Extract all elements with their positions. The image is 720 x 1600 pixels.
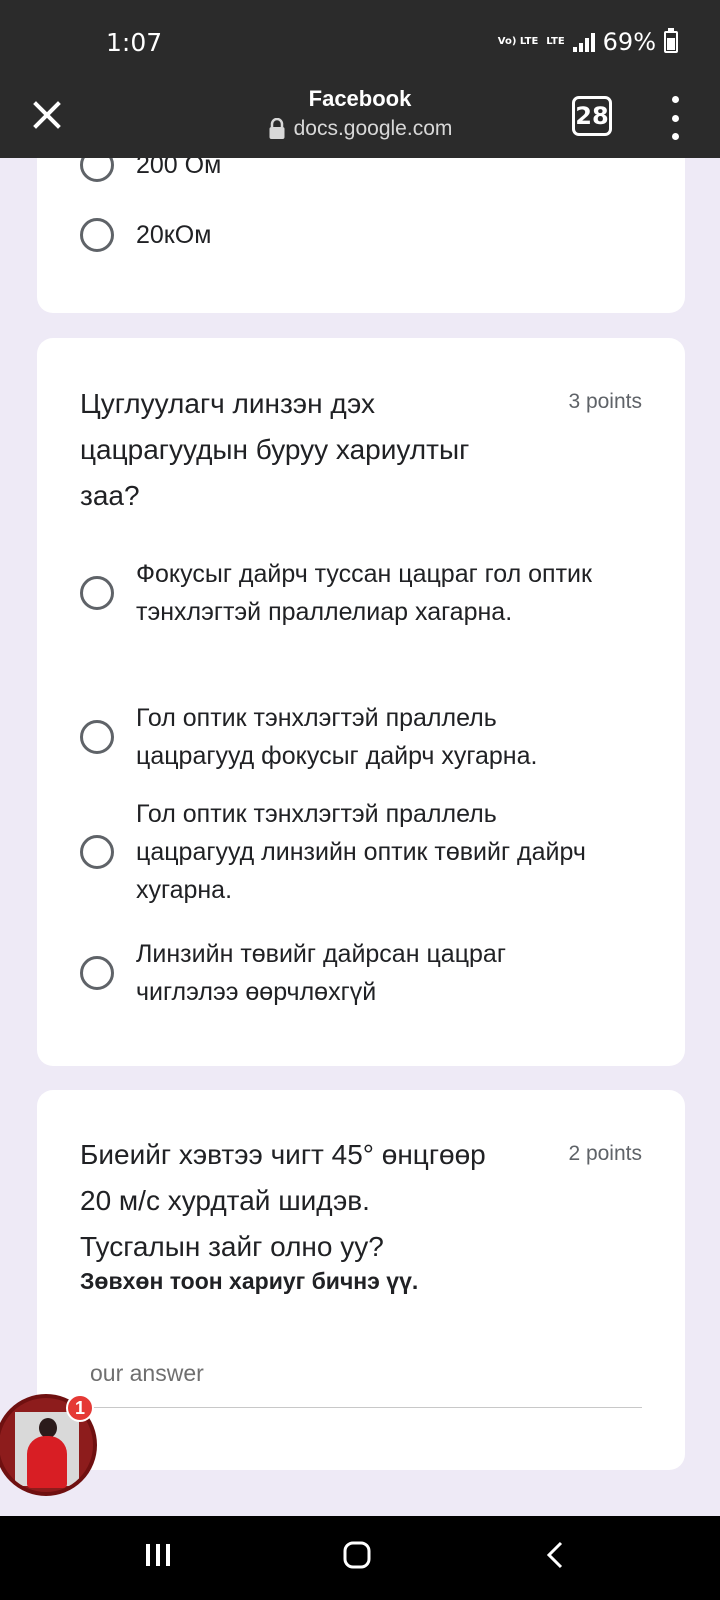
network-label-2: LTE [546, 36, 565, 47]
radio-button[interactable] [80, 576, 114, 610]
navigation-bar [0, 1516, 720, 1600]
question-line-3: Тусгалын зайг олно уу? [80, 1231, 384, 1262]
url-text: docs.google.com [293, 117, 453, 140]
points-label: 3 points [568, 390, 642, 413]
home-icon [343, 1541, 371, 1569]
tab-count: 28 [575, 102, 609, 130]
avatar [15, 1412, 79, 1488]
status-bar: 1:07 Vo) LTE LTE 69% [0, 0, 720, 86]
option-label: Гол оптик тэнхлэгтэй праллель цацрагууд … [136, 704, 538, 770]
battery-icon [664, 28, 678, 53]
browser-toolbar: Facebook docs.google.com 28 [0, 86, 720, 158]
option-label: Линзийн төвийг дайрсан цацраг чиглэлээ ө… [136, 940, 506, 1006]
question-line-1: Биеийг хэвтээ чигт 45° өнцгөөр [80, 1139, 486, 1170]
option-label: 20кОм [136, 221, 212, 249]
question-title: Цуглуулагч линзэн дэх цацрагуудын буруу … [80, 388, 470, 511]
lens-option-1[interactable]: Фокусыг дайрч туссан цацраг гол оптик тэ… [80, 555, 640, 631]
recent-apps-icon [146, 1544, 170, 1566]
more-vert-icon-dot-bottom [671, 133, 679, 140]
radio-button[interactable] [80, 835, 114, 869]
option-20k-ohm[interactable]: 20кОм [80, 216, 211, 254]
recent-apps-button[interactable] [140, 1534, 176, 1576]
url-line: docs.google.com [210, 117, 510, 141]
avatar-head [39, 1418, 57, 1438]
question-card-lens: Цуглуулагч линзэн дэх цацрагуудын буруу … [37, 338, 685, 1066]
question-line-2: 20 м/с хурдтай шидэв. [80, 1185, 370, 1216]
battery-fill [667, 37, 675, 50]
question-card-previous: 200 Ом 20кОм [37, 158, 685, 313]
lens-option-3[interactable]: Гол оптик тэнхлэгтэй праллель цацрагууд … [80, 795, 640, 909]
notification-badge: 1 [66, 1394, 94, 1422]
status-time: 1:07 [106, 28, 163, 57]
radio-button[interactable] [80, 956, 114, 990]
radio-button[interactable] [80, 218, 114, 252]
option-label: Гол оптик тэнхлэгтэй праллель цацрагууд … [136, 800, 586, 904]
answer-placeholder: our answer [90, 1360, 204, 1386]
more-vert-icon-dot-middle [671, 114, 679, 122]
answer-instruction: Зөвхөн тоон хариуг бичнэ үү. [80, 1268, 419, 1294]
radio-button[interactable] [80, 720, 114, 754]
question-title: Биеийг хэвтээ чигт 45° өнцгөөр 20 м/с ху… [80, 1132, 550, 1270]
avatar-body [27, 1436, 67, 1488]
points-label: 2 points [568, 1142, 642, 1165]
back-button[interactable] [540, 1534, 570, 1576]
tabs-button[interactable]: 28 [572, 96, 612, 136]
question-card-projectile: Биеийг хэвтээ чигт 45° өнцгөөр 20 м/с ху… [37, 1090, 685, 1470]
lock-icon [269, 118, 285, 139]
network-label-1: Vo) LTE [497, 36, 539, 47]
close-icon [33, 101, 61, 129]
status-icons: Vo) LTE LTE 69% [498, 28, 678, 56]
back-icon [546, 1541, 563, 1569]
option-label: Фокусыг дайрч туссан цацраг гол оптик тэ… [136, 560, 592, 626]
radio-button[interactable] [80, 158, 114, 182]
option-label: 200 Ом [136, 158, 222, 179]
lens-option-2[interactable]: Гол оптик тэнхлэгтэй праллель цацрагууд … [80, 699, 640, 775]
battery-percentage: 69% [602, 28, 656, 56]
home-button[interactable] [339, 1534, 375, 1576]
close-button[interactable] [28, 96, 66, 134]
form-content: 200 Ом 20кОм Цуглуулагч линзэн дэх цацра… [0, 158, 720, 1516]
page-title: Facebook [308, 86, 412, 111]
more-vert-icon-dot-top [671, 96, 679, 103]
option-200-ohm[interactable]: 200 Ом [80, 158, 221, 184]
signal-icon [572, 32, 595, 52]
more-menu-button[interactable] [665, 96, 685, 140]
lens-option-4[interactable]: Линзийн төвийг дайрсан цацраг чиглэлээ ө… [80, 935, 640, 1011]
answer-input[interactable]: our answer [80, 1360, 642, 1408]
browser-title-area[interactable]: Facebook docs.google.com [210, 86, 510, 141]
